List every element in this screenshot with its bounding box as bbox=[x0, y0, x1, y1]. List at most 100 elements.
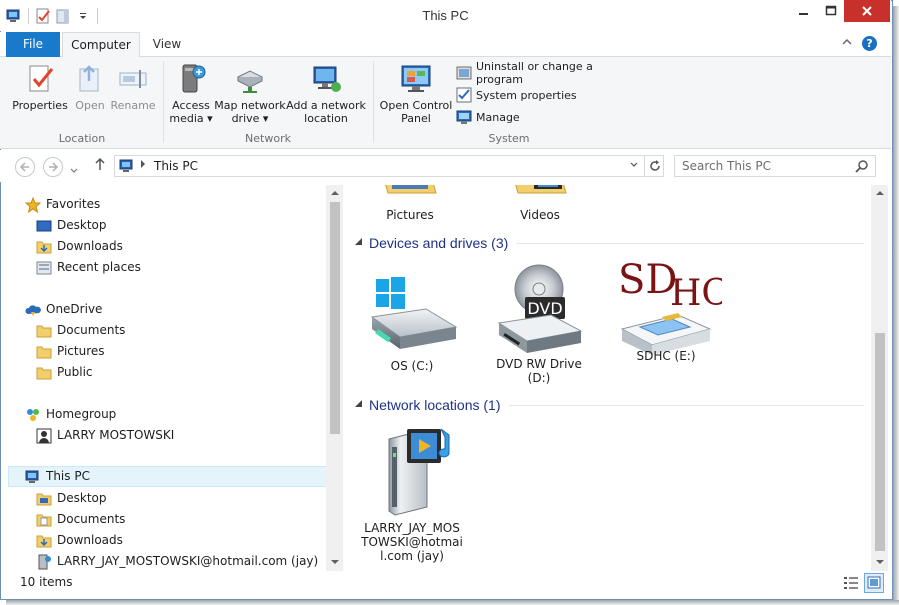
tree-pc-downloads[interactable]: Downloads bbox=[36, 530, 123, 551]
user-avatar-icon bbox=[36, 428, 52, 444]
control-panel-icon bbox=[400, 63, 432, 95]
tree-downloads[interactable]: Downloads bbox=[36, 236, 123, 257]
tab-view[interactable]: View bbox=[142, 32, 192, 57]
tree-label: Homegroup bbox=[46, 407, 117, 421]
title-bar[interactable]: This PC bbox=[0, 0, 891, 31]
tree-this-pc[interactable]: This PC bbox=[8, 466, 327, 487]
tab-file[interactable]: File bbox=[6, 32, 60, 57]
window-shadow-right bbox=[893, 6, 899, 605]
access-media-button[interactable]: Access media ▾ bbox=[168, 63, 214, 125]
folder-pictures[interactable]: Pictures bbox=[370, 185, 450, 222]
address-bar[interactable]: This PC bbox=[114, 155, 664, 177]
tree-homegroup-user[interactable]: LARRY MOSTOWSKI bbox=[36, 425, 174, 446]
minimize-button[interactable] bbox=[790, 0, 818, 22]
ribbon-separator bbox=[163, 61, 164, 143]
collapse-triangle-icon[interactable] bbox=[354, 399, 363, 411]
breadcrumb-this-pc[interactable]: This PC bbox=[154, 159, 198, 173]
tree-pc-network-share[interactable]: LARRY_JAY_MOSTOWSKI@hotmail.com (jay) bbox=[36, 551, 318, 571]
refresh-icon bbox=[649, 160, 660, 171]
maximize-button[interactable] bbox=[818, 0, 844, 22]
scroll-down-arrow-icon[interactable] bbox=[326, 554, 343, 571]
add-network-location-button[interactable]: Add a network location bbox=[286, 63, 366, 125]
back-button[interactable] bbox=[15, 157, 35, 177]
tree-onedrive-public[interactable]: Public bbox=[36, 362, 93, 383]
tree-homegroup[interactable]: Homegroup bbox=[25, 404, 116, 425]
folder-label: Videos bbox=[520, 208, 560, 222]
rename-button[interactable]: Rename bbox=[110, 63, 156, 112]
maximize-icon bbox=[825, 5, 837, 16]
tree-recent-places[interactable]: Recent places bbox=[36, 257, 141, 278]
tree-label: OneDrive bbox=[46, 302, 103, 316]
refresh-button[interactable] bbox=[644, 156, 664, 176]
open-button[interactable]: Open bbox=[70, 63, 110, 112]
tree-onedrive-documents[interactable]: Documents bbox=[36, 320, 125, 341]
uninstall-program-button[interactable]: Uninstall or change a program bbox=[456, 60, 642, 86]
folder-icon bbox=[36, 323, 52, 339]
group-header-devices[interactable]: Devices and drives (3) bbox=[354, 234, 864, 252]
folder-icon bbox=[36, 491, 52, 507]
nav-pane-scrollbar[interactable] bbox=[326, 185, 343, 571]
close-button[interactable] bbox=[844, 0, 890, 22]
add-location-label-1: Add a network bbox=[286, 99, 366, 112]
navigation-pane: Favorites Desktop Downloads Recent place… bbox=[1, 185, 343, 571]
tree-pc-desktop[interactable]: Desktop bbox=[36, 488, 107, 509]
downloads-folder-icon bbox=[36, 533, 52, 549]
map-network-drive-button[interactable]: Map network drive ▾ bbox=[214, 63, 286, 125]
tree-label: Documents bbox=[57, 323, 126, 337]
breadcrumb-chevron-icon[interactable] bbox=[140, 160, 146, 170]
status-bar: 10 items bbox=[1, 571, 892, 598]
content-scrollbar[interactable] bbox=[871, 185, 888, 571]
access-media-label-1: Access bbox=[172, 99, 210, 112]
group-label-location: Location bbox=[58, 132, 106, 145]
system-properties-icon bbox=[456, 87, 472, 103]
forward-arrow-icon bbox=[49, 162, 59, 172]
folder-icon bbox=[36, 344, 52, 360]
drive-label-2: (D:) bbox=[527, 371, 551, 385]
tree-onedrive-pictures[interactable]: Pictures bbox=[36, 341, 105, 362]
folder-videos[interactable]: Videos bbox=[500, 185, 580, 222]
help-icon[interactable]: ? bbox=[862, 36, 877, 51]
tree-label: LARRY_JAY_MOSTOWSKI@hotmail.com (jay) bbox=[57, 554, 319, 568]
ribbon-separator-2 bbox=[373, 61, 374, 143]
up-button[interactable] bbox=[94, 157, 106, 175]
scroll-thumb[interactable] bbox=[330, 202, 340, 434]
manage-label: Manage bbox=[476, 110, 520, 124]
drive-d[interactable]: DVD DVD RW Drive (D:) bbox=[484, 263, 594, 385]
recent-locations-dropdown[interactable] bbox=[70, 163, 78, 177]
system-properties-button[interactable]: System properties bbox=[456, 86, 577, 104]
details-view-button[interactable] bbox=[841, 573, 861, 593]
collapse-triangle-icon[interactable] bbox=[354, 237, 363, 249]
tree-onedrive[interactable]: OneDrive bbox=[25, 299, 102, 320]
large-icons-view-button[interactable] bbox=[864, 573, 884, 593]
search-icon[interactable] bbox=[855, 159, 869, 173]
pictures-folder-icon bbox=[385, 185, 437, 194]
scroll-thumb[interactable] bbox=[875, 333, 885, 551]
open-big-icon bbox=[74, 63, 106, 95]
group-title-network: Network locations (1) bbox=[369, 397, 501, 413]
group-header-network[interactable]: Network locations (1) bbox=[354, 396, 864, 414]
downloads-folder-icon bbox=[36, 239, 52, 255]
sdhc-badge-hc: HC bbox=[670, 273, 722, 314]
manage-button[interactable]: Manage bbox=[456, 108, 520, 126]
collapse-ribbon-icon[interactable] bbox=[842, 38, 852, 49]
minimize-icon bbox=[799, 13, 808, 15]
drive-label: SDHC (E:) bbox=[636, 349, 696, 363]
open-control-panel-button[interactable]: Open Control Panel bbox=[378, 63, 454, 125]
forward-button[interactable] bbox=[43, 157, 63, 177]
item-count: 10 items bbox=[20, 575, 73, 589]
address-history-dropdown[interactable] bbox=[630, 161, 638, 170]
tree-pc-documents[interactable]: Documents bbox=[36, 509, 125, 530]
scroll-down-arrow-icon[interactable] bbox=[871, 554, 888, 571]
tree-desktop[interactable]: Desktop bbox=[36, 215, 107, 236]
drive-c[interactable]: OS (C:) bbox=[356, 275, 468, 373]
search-input[interactable] bbox=[675, 156, 845, 176]
properties-button[interactable]: Properties bbox=[10, 63, 70, 112]
tree-favorites[interactable]: Favorites bbox=[24, 194, 100, 215]
scroll-up-arrow-icon[interactable] bbox=[326, 185, 343, 202]
search-box[interactable] bbox=[674, 155, 876, 177]
scroll-up-arrow-icon[interactable] bbox=[871, 185, 888, 202]
network-location[interactable]: LARRY_JAY_MOS TOWSKI@hotmai l.com (jay) bbox=[356, 425, 468, 563]
tree-label: LARRY MOSTOWSKI bbox=[57, 428, 175, 442]
tab-computer[interactable]: Computer bbox=[62, 32, 140, 58]
drive-e[interactable]: SD HC SDHC (E:) bbox=[606, 257, 726, 363]
